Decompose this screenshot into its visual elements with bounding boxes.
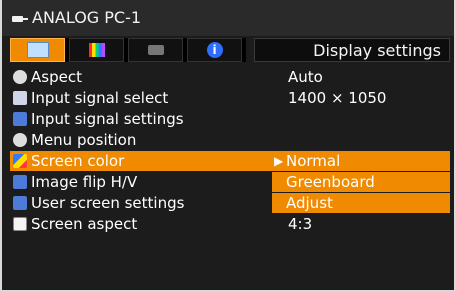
menu-title-box: Display settings [254, 38, 450, 62]
option-label: Greenboard [286, 173, 375, 191]
menu-item-label: Aspect [31, 68, 82, 86]
menu-item-screen-color[interactable]: Screen color ▶ Normal [10, 151, 450, 171]
menu-tabs: i [10, 38, 246, 62]
menu-title: Display settings [313, 41, 441, 60]
screen-color-option-normal[interactable]: ▶ Normal [272, 151, 450, 171]
screen-color-option-greenboard[interactable]: Greenboard [272, 172, 450, 192]
settings-list: Aspect Auto Input signal select 1400 × 1… [10, 67, 450, 235]
input-signal-icon [13, 91, 27, 105]
analog-source-icon [12, 14, 28, 23]
menu-position-icon [13, 133, 27, 147]
tab-color[interactable] [69, 38, 124, 62]
menu-item-label: Input signal select [31, 89, 169, 107]
image-flip-icon [13, 175, 27, 189]
info-icon: i [206, 42, 223, 58]
user-screen-icon [13, 196, 27, 210]
menu-item-label: Image flip H/V [31, 173, 138, 191]
source-title: ANALOG PC-1 [32, 8, 142, 27]
screen-aspect-icon [13, 217, 27, 231]
menu-item-value: 4:3 [288, 215, 313, 233]
menu-item-label: Screen aspect [31, 215, 138, 233]
tab-info[interactable]: i [187, 38, 242, 62]
projector-menu: ANALOG PC-1 i Display settings Aspect Au… [0, 0, 456, 292]
tab-display[interactable] [10, 38, 65, 62]
tab-projector[interactable] [128, 38, 183, 62]
aspect-icon [13, 70, 27, 84]
caret-right-icon: ▶ [274, 154, 284, 168]
option-label: Adjust [286, 194, 333, 212]
menu-item-label: Input signal settings [31, 110, 184, 128]
menu-item-value: Auto [288, 68, 323, 86]
menu-item-image-flip[interactable]: Image flip H/V Greenboard [10, 172, 450, 192]
menu-item-aspect[interactable]: Aspect Auto [10, 67, 450, 87]
menu-item-screen-aspect[interactable]: Screen aspect 4:3 [10, 214, 450, 234]
menu-item-value: 1400 × 1050 [288, 89, 387, 107]
menu-item-input-signal-select[interactable]: Input signal select 1400 × 1050 [10, 88, 450, 108]
option-label: Normal [286, 152, 341, 170]
menu-item-user-screen-settings[interactable]: User screen settings Adjust [10, 193, 450, 213]
menu-item-input-signal-settings[interactable]: Input signal settings [10, 109, 450, 129]
display-icon [26, 42, 49, 58]
menu-item-menu-position[interactable]: Menu position [10, 130, 450, 150]
title-bar: ANALOG PC-1 [2, 0, 454, 36]
menu-item-label: User screen settings [31, 194, 185, 212]
color-bars-icon [88, 43, 105, 57]
projector-icon [147, 45, 164, 55]
menu-item-label: Screen color [31, 152, 125, 170]
input-settings-icon [13, 112, 27, 126]
screen-color-option-adjust[interactable]: Adjust [272, 193, 450, 213]
screen-color-icon [13, 154, 27, 168]
menu-item-label: Menu position [31, 131, 137, 149]
